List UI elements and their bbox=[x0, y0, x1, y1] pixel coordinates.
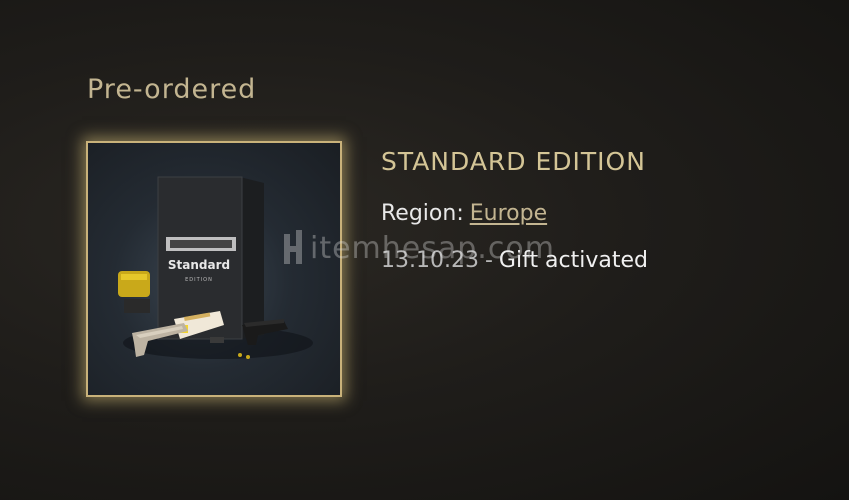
watermark-logo-icon bbox=[284, 230, 302, 264]
section-title: Pre-ordered bbox=[87, 74, 257, 105]
region-link[interactable]: Europe bbox=[470, 201, 547, 226]
region-row: Region: Europe bbox=[381, 201, 648, 226]
watermark-text: itemhesap.com bbox=[310, 230, 555, 266]
product-box-art: Standard EDITION bbox=[118, 176, 313, 359]
box-art-subtitle: EDITION bbox=[185, 277, 213, 283]
watermark: itemhesap.com bbox=[282, 228, 555, 268]
box-art-title: Standard bbox=[168, 258, 230, 272]
region-label: Region: bbox=[381, 201, 464, 226]
edition-title: STANDARD EDITION bbox=[381, 147, 646, 176]
product-image: Standard EDITION bbox=[86, 141, 342, 397]
